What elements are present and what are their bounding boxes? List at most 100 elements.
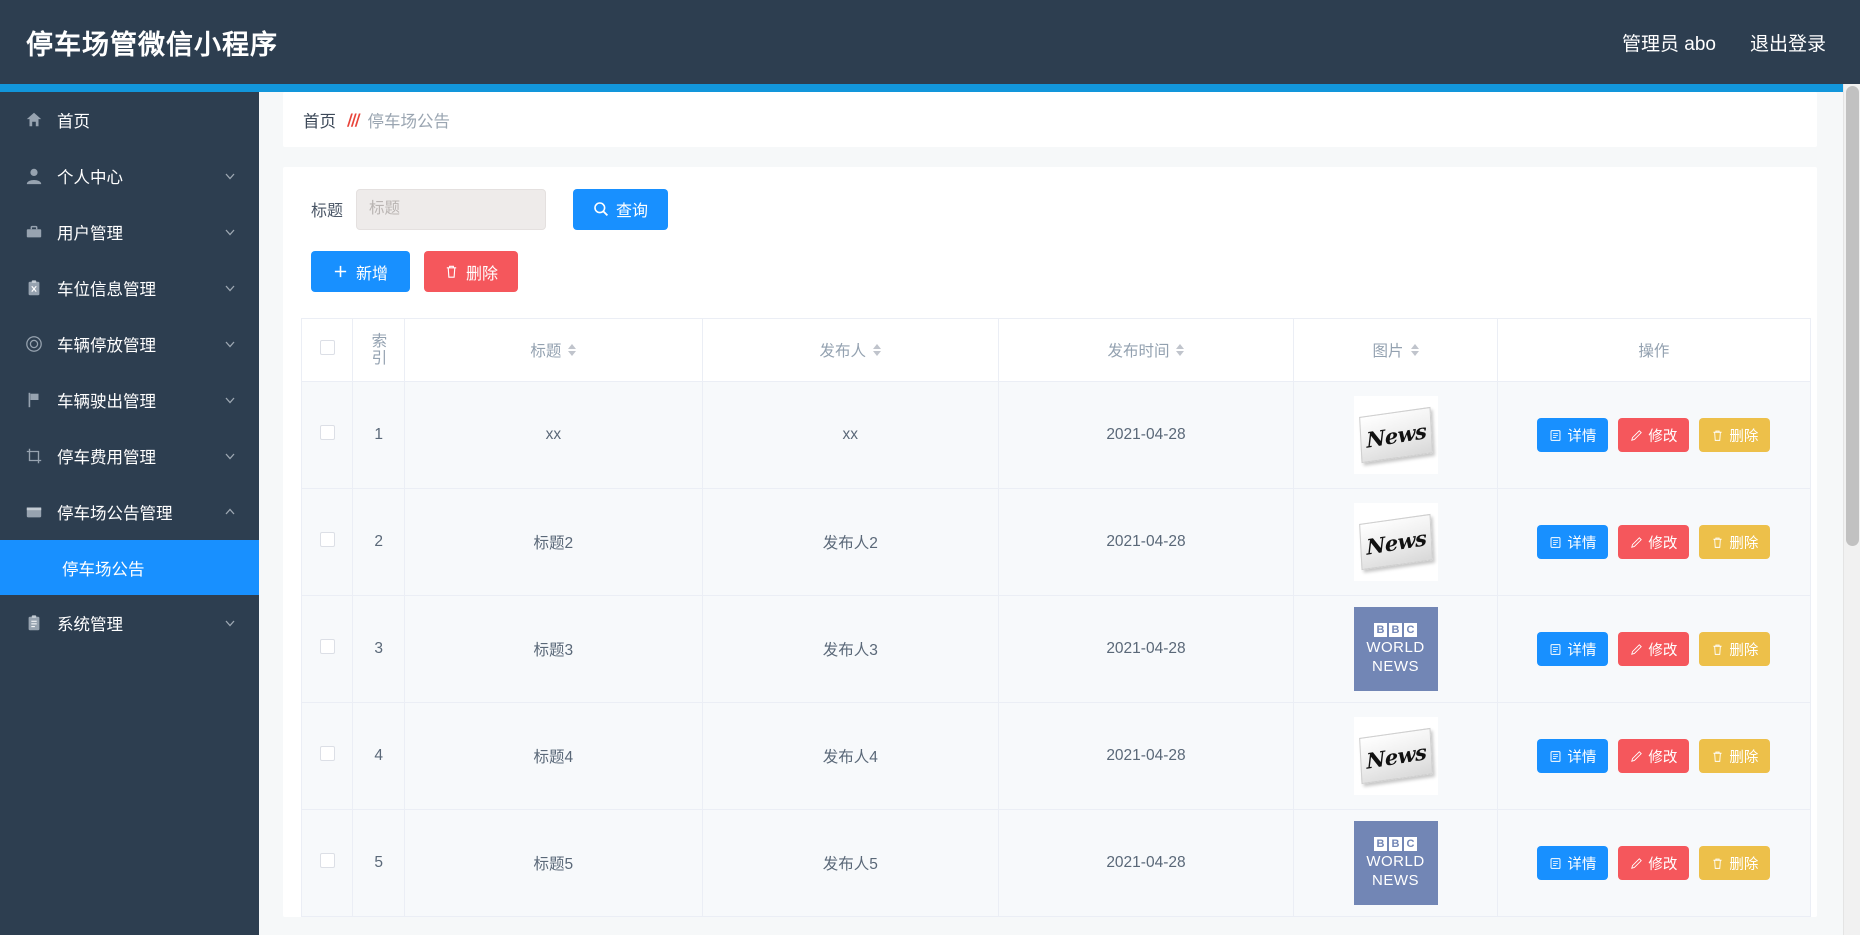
news-thumbnail[interactable]: News [1353,717,1438,795]
row-delete-button-label: 删除 [1729,642,1759,659]
news-thumbnail[interactable]: News [1353,396,1438,474]
row-title: 标题3 [403,595,703,703]
sort-icon[interactable] [1176,344,1185,356]
page-scrollbar[interactable] [1843,84,1860,935]
news-thumbnail[interactable]: News [1353,503,1438,581]
sidebar-item-profile[interactable]: 个人中心 [0,148,259,204]
top-header: 停车场管微信小程序 管理员 abo 退出登录 [0,0,1860,84]
detail-button[interactable]: 详情 [1537,846,1609,880]
row-delete-button[interactable]: 删除 [1699,846,1771,880]
sidebar-label-system-management: 系统管理 [57,616,123,634]
sidebar-label-parking-space: 车位信息管理 [57,281,156,299]
sidebar-nav: 首页 个人中心 用户管理 车位信息管理 车辆停放管理 车辆驶出管理 停车费用管理… [0,92,259,935]
th-publish-time[interactable]: 发布时间 [997,318,1295,382]
row-title: 标题5 [403,809,703,917]
th-title[interactable]: 标题 [403,318,703,382]
scrollbar-thumb[interactable] [1846,86,1859,546]
row-operation-cell: 详情 修改 删除 [1496,595,1812,703]
row-delete-button-label: 删除 [1729,856,1759,873]
chevron-down-icon [223,449,237,463]
sidebar-item-parking-space[interactable]: 车位信息管理 [0,260,259,316]
sidebar-item-vehicle-parking[interactable]: 车辆停放管理 [0,316,259,372]
table-row: 3 标题3 发布人3 2021-04-28 B B C WORLD NEWS 详情 修改 删除 [300,595,1812,703]
search-label: 标题 [311,203,344,220]
table-row: 1 xx xx 2021-04-28 News 详情 修改 删除 [300,381,1812,489]
row-checkbox[interactable] [319,853,335,868]
pencil-icon [1630,857,1643,870]
sidebar-item-home[interactable]: 首页 [0,92,259,148]
row-title: xx [403,381,703,489]
sidebar-item-system-management[interactable]: 系统管理 [0,595,259,651]
header-right-group: 管理员 abo 退出登录 [1622,29,1860,56]
table-row: 5 标题5 发布人5 2021-04-28 B B C WORLD NEWS 详情 修改 删除 [300,809,1812,917]
bbc-world-news-thumbnail[interactable]: B B C WORLD NEWS [1353,607,1438,691]
edit-button[interactable]: 修改 [1618,846,1690,880]
sidebar-item-vehicle-exit[interactable]: 车辆驶出管理 [0,372,259,428]
sidebar-label-parking-announcement: 停车场公告 [62,560,145,579]
clipboard-icon [24,613,44,633]
th-image[interactable]: 图片 [1293,318,1498,382]
detail-button-label: 详情 [1567,642,1597,659]
pencil-icon [1630,429,1643,442]
edit-button[interactable]: 修改 [1618,525,1690,559]
sort-icon[interactable] [568,344,577,356]
batch-delete-button-label: 删除 [466,265,499,283]
sidebar-label-vehicle-exit: 车辆驶出管理 [57,393,156,411]
row-delete-button[interactable]: 删除 [1699,525,1771,559]
edit-button[interactable]: 修改 [1618,418,1690,452]
breadcrumb-home[interactable]: 首页 [303,108,336,132]
search-input[interactable] [356,188,547,230]
row-publish-time: 2021-04-28 [997,488,1295,596]
sidebar-label-user-management: 用户管理 [57,225,123,243]
announcement-table: 索引 标题 发布人 发布时间 图片 操作 1 xx xx 2021-04-28 … [300,318,1812,917]
logout-link[interactable]: 退出登录 [1750,29,1826,56]
sidebar-label-home: 首页 [57,113,90,131]
row-checkbox[interactable] [319,532,335,547]
row-index: 3 [352,595,405,703]
edit-button[interactable]: 修改 [1618,739,1690,773]
home-icon [24,110,44,130]
sidebar-item-user-management[interactable]: 用户管理 [0,204,259,260]
sidebar-item-parking-fee[interactable]: 停车费用管理 [0,428,259,484]
sort-icon[interactable] [1410,344,1419,356]
sidebar-label-parking-fee: 停车费用管理 [57,449,156,467]
detail-button[interactable]: 详情 [1537,418,1609,452]
trash-icon [1711,643,1724,656]
crop-icon [24,446,44,466]
edit-button[interactable]: 修改 [1618,632,1690,666]
row-publisher: 发布人5 [701,809,999,917]
row-index: 1 [352,381,405,489]
row-select-cell [300,809,354,917]
select-all-checkbox[interactable] [319,340,335,355]
detail-button[interactable]: 详情 [1537,632,1609,666]
chevron-down-icon [223,281,237,295]
row-image-cell: B B C WORLD NEWS [1293,809,1498,917]
batch-delete-button[interactable]: 删除 [424,251,519,292]
row-operation-cell: 详情 修改 删除 [1496,702,1812,810]
table-header: 索引 标题 发布人 发布时间 图片 操作 [300,318,1812,382]
th-publish-time-label: 发布时间 [1107,343,1170,360]
row-checkbox[interactable] [319,425,335,440]
query-button[interactable]: 查询 [573,188,669,230]
th-publisher-label: 发布人 [819,343,866,360]
document-icon [1549,429,1562,442]
row-delete-button[interactable]: 删除 [1699,739,1771,773]
row-checkbox[interactable] [319,746,335,761]
add-button[interactable]: 新增 [311,251,411,292]
row-image-cell: News [1293,381,1498,489]
row-image-cell: News [1293,702,1498,810]
th-select-all [300,318,354,382]
circle-target-icon [24,334,44,354]
detail-button[interactable]: 详情 [1537,739,1609,773]
bbc-world-news-thumbnail[interactable]: B B C WORLD NEWS [1353,821,1438,905]
th-publisher[interactable]: 发布人 [701,318,999,382]
sort-icon[interactable] [873,344,881,356]
row-publish-time: 2021-04-28 [997,809,1295,917]
row-delete-button[interactable]: 删除 [1699,418,1771,452]
sidebar-item-announcement-management[interactable]: 停车场公告管理 [0,484,259,540]
detail-button[interactable]: 详情 [1537,525,1609,559]
chevron-down-icon [223,616,237,630]
row-delete-button[interactable]: 删除 [1699,632,1771,666]
row-checkbox[interactable] [319,639,335,654]
sidebar-item-parking-announcement[interactable]: 停车场公告 [0,540,259,595]
